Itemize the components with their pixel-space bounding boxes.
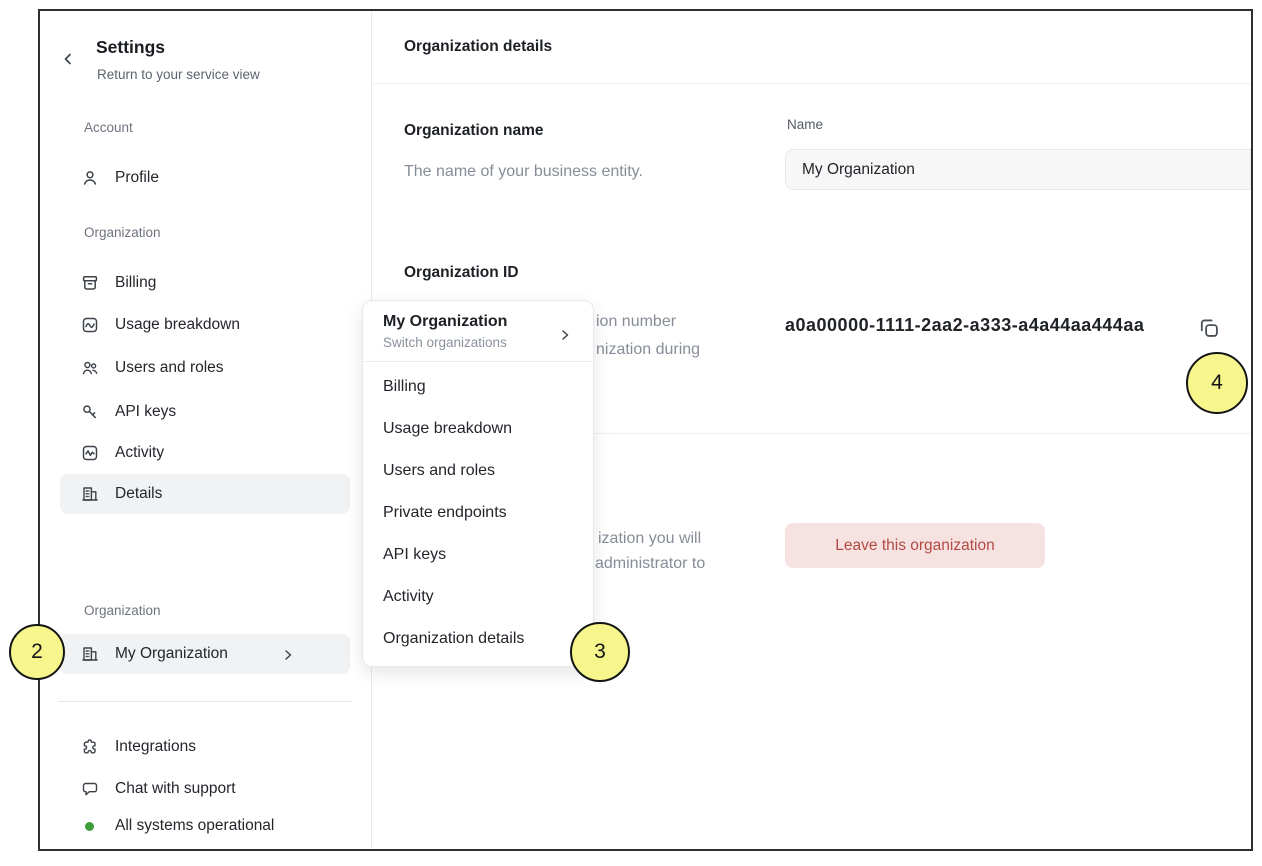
sidebar-subtitle: Return to your service view (97, 67, 260, 82)
status-dot-icon (85, 822, 94, 831)
org-switcher-header[interactable]: My Organization Switch organizations (363, 301, 593, 362)
page: Settings Return to your service view Acc… (0, 0, 1262, 866)
sidebar-item-profile[interactable]: Profile (60, 158, 350, 198)
page-title: Organization details (404, 38, 552, 56)
sidebar-item-users-and-roles[interactable]: Users and roles (60, 348, 350, 388)
building-icon (81, 645, 99, 663)
sidebar-item-usage-breakdown[interactable]: Usage breakdown (60, 305, 350, 345)
sidebar-divider (58, 701, 352, 702)
sidebar-item-billing[interactable]: Billing (60, 263, 350, 303)
menu-item-activity[interactable]: Activity (363, 576, 593, 618)
person-icon (81, 169, 99, 187)
sidebar-item-label: Profile (115, 169, 159, 187)
org-id-description-fragment: ion number (596, 313, 676, 331)
sidebar-item-details[interactable]: Details (60, 474, 350, 514)
leave-description-fragment: administrator to (595, 555, 705, 573)
sidebar-item-label: Billing (115, 274, 156, 292)
sidebar-item-integrations[interactable]: Integrations (60, 727, 350, 767)
org-name-heading: Organization name (404, 122, 544, 140)
app-window: Settings Return to your service view Acc… (38, 9, 1253, 851)
back-chevron-icon[interactable] (61, 52, 75, 66)
menu-item-users-and-roles[interactable]: Users and roles (363, 450, 593, 492)
menu-item-usage-breakdown[interactable]: Usage breakdown (363, 408, 593, 450)
chevron-right-icon (559, 328, 571, 340)
chat-bubble-icon (81, 780, 99, 798)
copy-button[interactable] (1195, 314, 1223, 342)
organization-menu-popup: My Organization Switch organizations Bil… (362, 300, 594, 667)
menu-item-billing[interactable]: Billing (363, 366, 593, 408)
sidebar-item-label: My Organization (115, 645, 228, 663)
system-status[interactable]: All systems operational (60, 806, 350, 846)
sidebar-item-label: Details (115, 485, 162, 503)
sidebar-item-chat-support[interactable]: Chat with support (60, 769, 350, 809)
settings-sidebar: Settings Return to your service view Acc… (40, 11, 372, 849)
sidebar-item-label: Chat with support (115, 780, 236, 798)
menu-item-organization-details[interactable]: Organization details (363, 618, 593, 660)
building-icon (81, 485, 99, 503)
org-id-description-fragment: nization during (596, 341, 700, 359)
sidebar-item-label: Integrations (115, 738, 196, 756)
usage-chart-icon (81, 316, 99, 334)
organization-name-input[interactable] (785, 149, 1251, 190)
sidebar-item-label: Users and roles (115, 359, 224, 377)
sidebar-item-activity[interactable]: Activity (60, 433, 350, 473)
organization-id-value: a0a00000-1111-2aa2-a333-a4a44aa444aa (785, 315, 1144, 336)
puzzle-icon (81, 738, 99, 756)
sidebar-title: Settings (96, 37, 165, 58)
divider (372, 83, 1251, 84)
status-label: All systems operational (115, 817, 274, 835)
menu-item-private-endpoints[interactable]: Private endpoints (363, 492, 593, 534)
leave-description-fragment: ization you will (598, 530, 701, 548)
section-label-organization-switcher: Organization (84, 603, 161, 618)
sidebar-item-label: Activity (115, 444, 164, 462)
popup-org-name: My Organization (383, 313, 573, 331)
activity-icon (81, 444, 99, 462)
popup-menu-list: Billing Usage breakdown Users and roles … (363, 362, 593, 666)
annotation-step-4: 4 (1186, 352, 1248, 414)
billing-icon (81, 274, 99, 292)
users-icon (81, 359, 99, 377)
name-field-label: Name (787, 117, 823, 132)
sidebar-item-my-organization[interactable]: My Organization (60, 634, 350, 674)
org-name-description: The name of your business entity. (404, 163, 643, 181)
sidebar-item-label: API keys (115, 403, 176, 421)
chevron-right-icon (282, 648, 294, 660)
sidebar-item-label: Usage breakdown (115, 316, 240, 334)
annotation-step-3: 3 (570, 622, 630, 682)
section-label-organization: Organization (84, 225, 161, 240)
copy-icon (1197, 328, 1221, 343)
leave-organization-button[interactable]: Leave this organization (785, 523, 1045, 568)
org-id-heading: Organization ID (404, 264, 519, 282)
annotation-step-2: 2 (9, 624, 65, 680)
sidebar-item-api-keys[interactable]: API keys (60, 392, 350, 432)
key-icon (81, 403, 99, 421)
popup-switch-label: Switch organizations (383, 335, 573, 350)
section-label-account: Account (84, 120, 133, 135)
menu-item-api-keys[interactable]: API keys (363, 534, 593, 576)
